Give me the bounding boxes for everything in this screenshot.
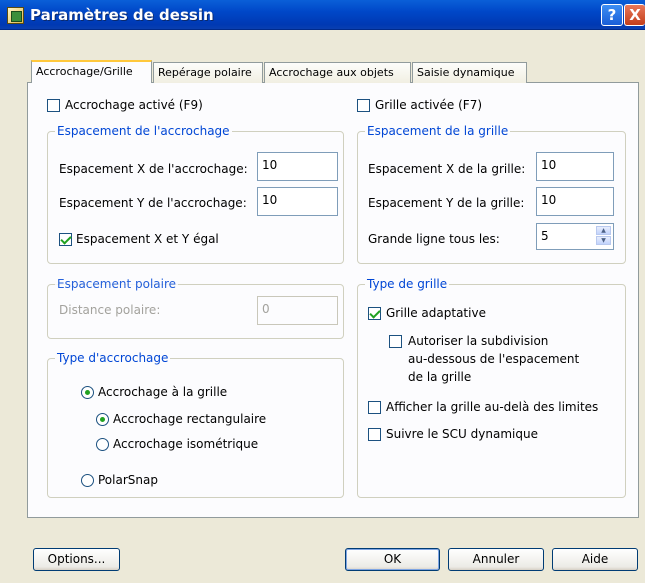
- spin-up-icon[interactable]: ▲: [596, 226, 611, 235]
- close-icon[interactable]: X: [624, 4, 645, 26]
- display-beyond-limits-label: Afficher la grille au-delà des limites: [386, 400, 599, 414]
- allow-subdivision-label-line2: au-dessous de l'espacement: [408, 352, 580, 366]
- isometric-snap-label: Accrochage isométrique: [113, 437, 259, 451]
- polar-spacing-title: Espacement polaire: [55, 277, 179, 291]
- tab-dynamic-input[interactable]: Saisie dynamique: [412, 62, 527, 83]
- snap-x-label: Espacement X de l'accrochage:: [59, 162, 248, 176]
- snap-type-title: Type d'accrochage: [55, 351, 171, 365]
- rectangular-snap-label: Accrochage rectangulaire: [113, 412, 267, 426]
- polar-distance-input[interactable]: 0: [257, 296, 338, 325]
- grid-snap-label: Accrochage à la grille: [98, 385, 228, 399]
- allow-subdivision-label-line3: de la grille: [408, 370, 472, 384]
- rectangular-snap-radio[interactable]: [96, 413, 109, 426]
- snap-equal-checkbox[interactable]: [59, 233, 72, 246]
- follow-dynamic-ucs-checkbox[interactable]: [368, 428, 381, 441]
- grid-x-input[interactable]: 10: [536, 152, 614, 181]
- tab-object-snap[interactable]: Accrochage aux objets: [264, 62, 411, 83]
- grid-y-label: Espacement Y de la grille:: [368, 196, 525, 210]
- snap-on-checkbox[interactable]: [47, 99, 60, 112]
- grid-x-label: Espacement X de la grille:: [368, 162, 526, 176]
- spin-down-icon[interactable]: ▼: [596, 236, 611, 245]
- adaptive-grid-checkbox[interactable]: [368, 307, 381, 320]
- grid-y-input[interactable]: 10: [536, 187, 614, 216]
- snap-x-input[interactable]: 10: [257, 152, 338, 181]
- snap-equal-label: Espacement X et Y égal: [76, 232, 219, 246]
- grid-snap-radio[interactable]: [81, 386, 94, 399]
- follow-dynamic-ucs-label: Suivre le SCU dynamique: [386, 427, 538, 441]
- title-bar[interactable]: Paramètres de dessin ? X: [0, 0, 645, 30]
- grid-on-checkbox[interactable]: [357, 99, 370, 112]
- window-title: Paramètres de dessin: [30, 6, 214, 24]
- snap-spacing-title: Espacement de l'accrochage: [55, 124, 232, 138]
- polarsnap-label: PolarSnap: [98, 473, 158, 487]
- app-icon: [7, 7, 24, 24]
- adaptive-grid-label: Grille adaptative: [386, 306, 486, 320]
- polar-distance-label: Distance polaire:: [59, 303, 161, 317]
- tab-polar-tracking[interactable]: Repérage polaire: [153, 62, 263, 83]
- ok-button[interactable]: OK: [345, 548, 440, 571]
- isometric-snap-radio[interactable]: [96, 438, 109, 451]
- polarsnap-radio[interactable]: [81, 474, 94, 487]
- options-button[interactable]: Options...: [33, 548, 120, 571]
- display-beyond-limits-checkbox[interactable]: [368, 401, 381, 414]
- snap-y-input[interactable]: 10: [257, 187, 338, 216]
- grid-on-label: Grille activée (F7): [375, 98, 483, 112]
- help-button[interactable]: Aide: [552, 548, 638, 571]
- allow-subdivision-checkbox[interactable]: [389, 335, 402, 348]
- help-icon[interactable]: ?: [601, 4, 623, 26]
- grid-major-label: Grande ligne tous les:: [368, 232, 500, 246]
- allow-subdivision-label-line1: Autoriser la subdivision: [408, 334, 549, 348]
- grid-spacing-title: Espacement de la grille: [365, 124, 511, 138]
- tab-snap-grid[interactable]: Accrochage/Grille: [31, 60, 152, 83]
- grid-type-title: Type de grille: [365, 277, 450, 291]
- cancel-button[interactable]: Annuler: [448, 548, 544, 571]
- snap-y-label: Espacement Y de l'accrochage:: [59, 196, 247, 210]
- drawing-settings-dialog: Paramètres de dessin ? X Accrochage/Gril…: [0, 0, 645, 583]
- snap-on-label: Accrochage activé (F9): [65, 98, 203, 112]
